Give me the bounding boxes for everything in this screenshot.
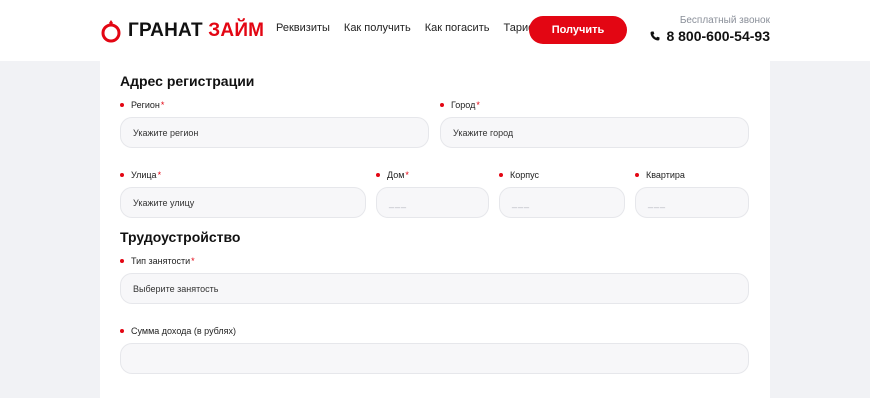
bullet-dot xyxy=(440,103,444,107)
main-nav: Реквизиты Как получить Как погасить Тари… xyxy=(276,22,559,34)
free-call-caption: Бесплатный звонок xyxy=(679,15,770,26)
phone-icon xyxy=(650,31,660,41)
building-label: Корпус xyxy=(499,170,539,180)
phone-number: 8 800-600-54-93 xyxy=(666,28,770,44)
apartment-label-text: Квартира xyxy=(646,170,685,180)
employment-section-title: Трудоустройство xyxy=(120,229,241,245)
house-input[interactable]: ___ xyxy=(376,187,489,218)
bullet-dot xyxy=(499,173,503,177)
income-label: Сумма дохода (в рублях) xyxy=(120,326,236,336)
bullet-dot xyxy=(635,173,639,177)
logo-word-2: ЗАЙМ xyxy=(208,20,265,41)
building-input[interactable]: ___ xyxy=(499,187,625,218)
bullet-dot xyxy=(120,173,124,177)
site-header: ГРАНАТ ЗАЙМ Реквизиты Как получить Как п… xyxy=(0,0,870,61)
city-select[interactable]: Укажите город xyxy=(440,117,749,148)
required-mark: * xyxy=(405,170,409,180)
region-label-text: Регион xyxy=(131,100,160,110)
bullet-dot xyxy=(376,173,380,177)
apartment-label: Квартира xyxy=(635,170,685,180)
required-mark: * xyxy=(160,100,165,110)
house-label-text: Дом xyxy=(387,170,405,180)
street-input[interactable]: Укажите улицу xyxy=(120,187,366,218)
required-mark: * xyxy=(191,256,195,266)
logo-word-1: ГРАНАТ xyxy=(128,20,203,41)
street-label: Улица * xyxy=(120,170,161,180)
employment-type-select[interactable]: Выберите занятость xyxy=(120,273,749,304)
required-mark: * xyxy=(476,100,480,110)
bullet-dot xyxy=(120,103,124,107)
income-label-text: Сумма дохода (в рублях) xyxy=(131,326,237,336)
region-label: Регион * xyxy=(120,100,164,110)
logo-text: ГРАНАТ ЗАЙМ xyxy=(128,20,264,42)
nav-link-how-to-repay[interactable]: Как погасить xyxy=(425,22,490,34)
application-form-card: Адрес регистрации Регион * Укажите регион… xyxy=(100,61,770,398)
building-label-text: Корпус xyxy=(510,170,540,180)
nav-link-requisites[interactable]: Реквизиты xyxy=(276,22,330,34)
apartment-input[interactable]: ___ xyxy=(635,187,749,218)
region-select[interactable]: Укажите регион xyxy=(120,117,429,148)
get-loan-button[interactable]: Получить xyxy=(529,16,627,44)
pomegranate-logo-icon xyxy=(101,20,121,43)
employment-type-label-text: Тип занятости xyxy=(131,256,191,266)
city-label: Город * xyxy=(440,100,480,110)
nav-link-how-to-get[interactable]: Как получить xyxy=(344,22,411,34)
phone-link[interactable]: 8 800-600-54-93 xyxy=(650,28,770,44)
income-input[interactable] xyxy=(120,343,749,374)
employment-type-label: Тип занятости * xyxy=(120,256,195,266)
address-section-title: Адрес регистрации xyxy=(120,73,255,89)
logo[interactable]: ГРАНАТ ЗАЙМ xyxy=(100,18,264,44)
bullet-dot xyxy=(120,329,124,333)
house-label: Дом * xyxy=(376,170,409,180)
street-label-text: Улица xyxy=(131,170,157,180)
required-mark: * xyxy=(157,170,162,180)
bullet-dot xyxy=(120,259,124,263)
city-label-text: Город xyxy=(451,100,476,110)
